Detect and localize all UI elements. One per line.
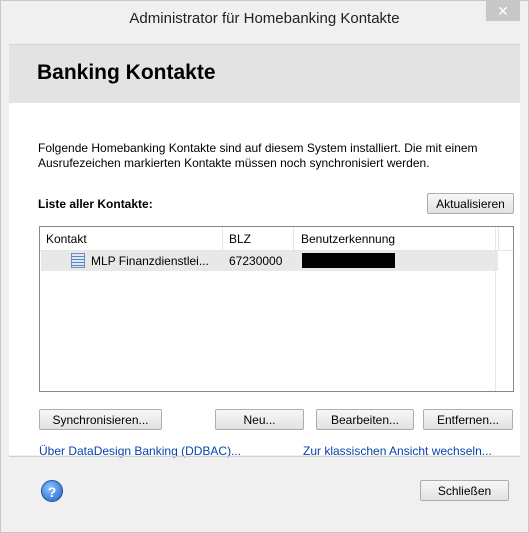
- cell-blz: 67230000: [229, 254, 283, 268]
- vertical-scrollbar[interactable]: [495, 227, 513, 391]
- page-title: Banking Kontakte: [37, 61, 216, 84]
- column-header-blz[interactable]: BLZ: [229, 232, 251, 246]
- column-header-benutzerkennung[interactable]: Benutzerkennung: [301, 232, 395, 246]
- cell-kontakt: MLP Finanzdienstlei...: [91, 254, 209, 268]
- close-button[interactable]: Schließen: [420, 480, 509, 501]
- column-separator[interactable]: [222, 227, 223, 250]
- contact-book-icon: [71, 253, 85, 268]
- header-banner: Banking Kontakte: [9, 44, 520, 104]
- edit-button[interactable]: Bearbeiten...: [316, 409, 414, 430]
- table-row[interactable]: MLP Finanzdienstlei... 67230000: [41, 251, 498, 271]
- window-title: Administrator für Homebanking Kontakte: [129, 10, 400, 27]
- redacted-benutzerkennung: [302, 253, 395, 268]
- listview-header: Kontakt BLZ Benutzerkennung: [40, 227, 513, 251]
- close-window-button[interactable]: ✕: [486, 1, 520, 21]
- synchronize-button[interactable]: Synchronisieren...: [39, 409, 162, 430]
- refresh-button[interactable]: Aktualisieren: [427, 193, 514, 214]
- column-separator[interactable]: [293, 227, 294, 250]
- footer-divider: [9, 456, 520, 457]
- title-bar: Administrator für Homebanking Kontakte ✕: [1, 1, 528, 37]
- new-button[interactable]: Neu...: [215, 409, 304, 430]
- column-header-kontakt[interactable]: Kontakt: [46, 232, 87, 246]
- description-text: Folgende Homebanking Kontakte sind auf d…: [38, 141, 478, 170]
- contacts-listview[interactable]: Kontakt BLZ Benutzerkennung MLP Finanzdi…: [39, 226, 514, 392]
- dialog-window: Administrator für Homebanking Kontakte ✕…: [0, 0, 529, 533]
- remove-button[interactable]: Entfernen...: [423, 409, 513, 430]
- content-panel: Folgende Homebanking Kontakte sind auf d…: [9, 103, 520, 455]
- help-icon[interactable]: ?: [41, 480, 63, 502]
- contact-list-label: Liste aller Kontakte:: [38, 197, 153, 211]
